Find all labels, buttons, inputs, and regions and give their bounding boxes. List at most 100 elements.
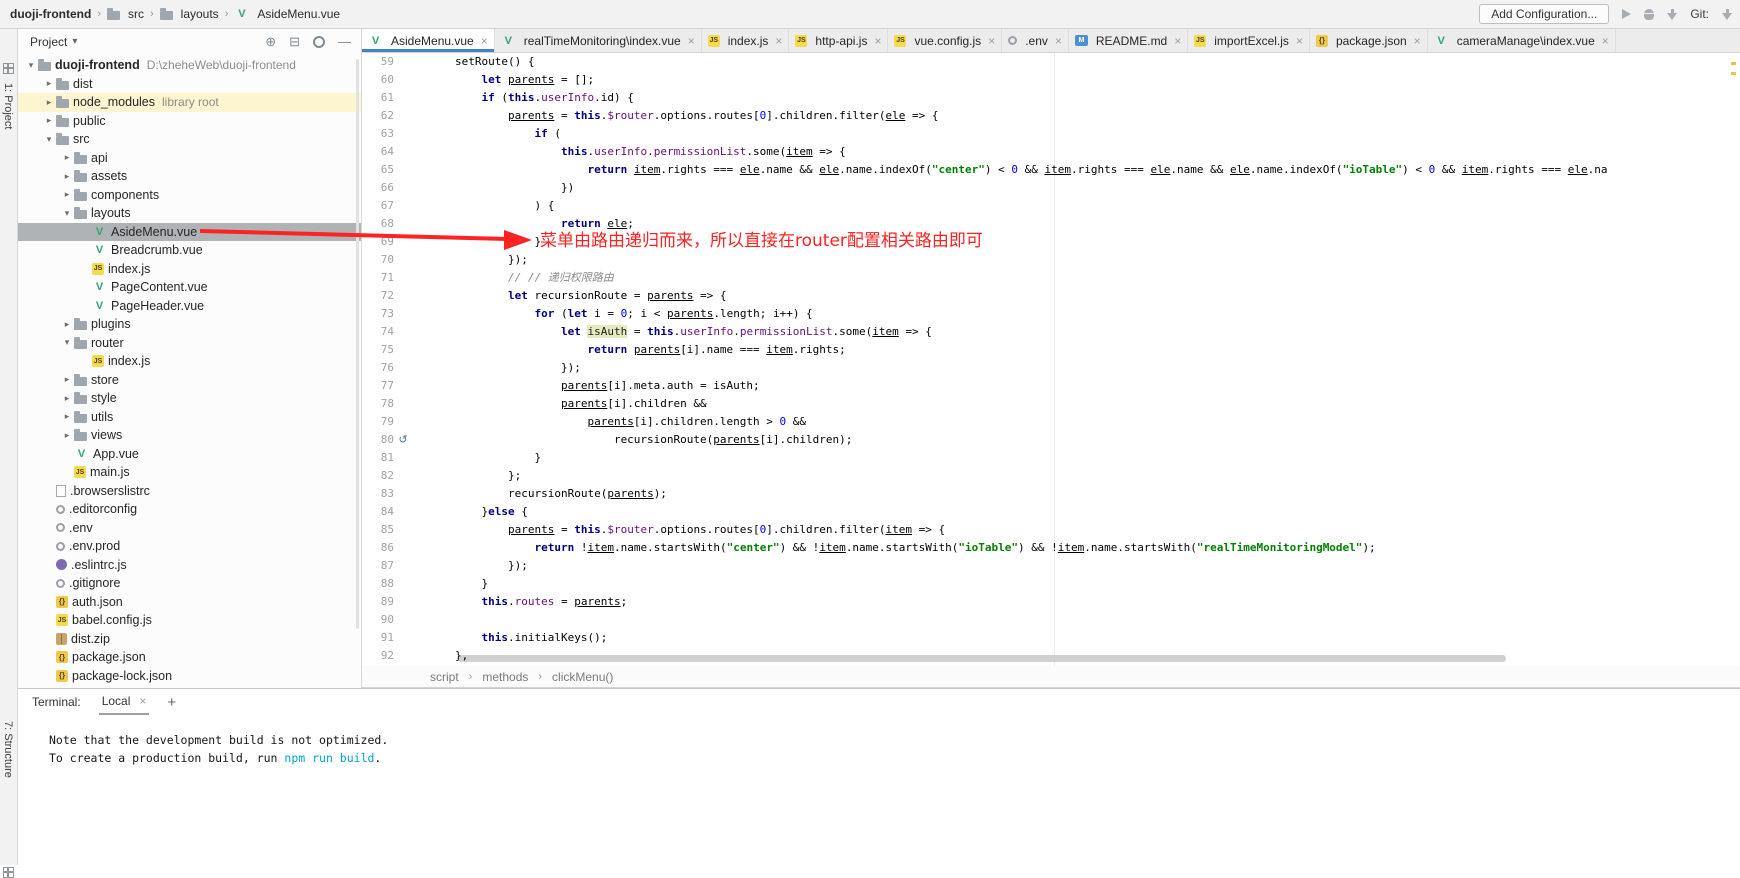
new-terminal-button[interactable]: + xyxy=(167,694,176,711)
editor-tab-importexcel-js[interactable]: JSimportExcel.js× xyxy=(1188,29,1310,52)
code-editor[interactable]: 59setRoute() {60 let parents = [];61 if … xyxy=(362,53,1740,666)
terminal-stripe-icon[interactable] xyxy=(3,867,14,878)
code-line[interactable]: 88 } xyxy=(362,575,1740,593)
code-line[interactable]: 83 recursionRoute(parents); xyxy=(362,485,1740,503)
breadcrumb-item-asidemenu-vue[interactable]: VAsideMenu.vue xyxy=(234,7,340,21)
code-line[interactable]: 76 }); xyxy=(362,359,1740,377)
chevron-right-icon[interactable]: ▸ xyxy=(60,374,74,385)
editor-tab-realtimemonitoring-index-vue[interactable]: VrealTimeMonitoring\index.vue× xyxy=(495,29,702,52)
code-line[interactable]: 80↺ recursionRoute(parents[i].children); xyxy=(362,431,1740,449)
code-line[interactable]: 84 }else { xyxy=(362,503,1740,521)
add-configuration-button[interactable]: Add Configuration... xyxy=(1479,4,1609,24)
tree-item-assets[interactable]: ▸assets xyxy=(18,167,361,186)
editor-tab-vue-config-js[interactable]: JSvue.config.js× xyxy=(888,29,1002,52)
tree-item-public[interactable]: ▸public xyxy=(18,112,361,131)
code-line[interactable]: 72 let recursionRoute = parents => { xyxy=(362,287,1740,305)
chevron-right-icon[interactable]: ▸ xyxy=(42,78,56,89)
tree-item-gitignore[interactable]: .gitignore xyxy=(18,574,361,593)
tree-item-editorconfig[interactable]: .editorconfig xyxy=(18,500,361,519)
breadcrumb-item-layouts[interactable]: layouts xyxy=(160,7,219,21)
chevron-down-icon[interactable]: ▾ xyxy=(72,36,77,47)
chevron-right-icon[interactable]: ▸ xyxy=(60,171,74,182)
tree-item-asidemenu-vue[interactable]: VAsideMenu.vue xyxy=(18,223,361,242)
chevron-right-icon[interactable]: ▸ xyxy=(60,430,74,441)
git-branch-label[interactable]: Git: xyxy=(1690,7,1709,21)
run-icon[interactable] xyxy=(1622,9,1631,19)
terminal-output[interactable]: Note that the development build is not o… xyxy=(18,715,1740,767)
code-line[interactable]: 81 } xyxy=(362,449,1740,467)
tree-item-duoji-frontend[interactable]: ▾duoji-frontendD:\zheheWeb\duoji-fronten… xyxy=(18,56,361,75)
code-line[interactable]: 74 let isAuth = this.userInfo.permission… xyxy=(362,323,1740,341)
editor-tab-readme-md[interactable]: MREADME.md× xyxy=(1069,29,1188,52)
editor-tab-asidemenu-vue[interactable]: VAsideMenu.vue× xyxy=(362,29,495,52)
locate-file-icon[interactable]: ⊕ xyxy=(265,34,276,50)
breadcrumb-item-src[interactable]: src xyxy=(107,7,144,21)
code-line[interactable]: 64 this.userInfo.permissionList.some(ite… xyxy=(362,143,1740,161)
chevron-right-icon[interactable]: ▸ xyxy=(60,319,74,330)
terminal-tab-local[interactable]: Local × xyxy=(99,689,150,715)
code-line[interactable]: 77 parents[i].meta.auth = isAuth; xyxy=(362,377,1740,395)
debug-icon[interactable] xyxy=(1644,9,1654,20)
tree-item-utils[interactable]: ▸utils xyxy=(18,408,361,427)
editor-tab-index-js[interactable]: JSindex.js× xyxy=(702,29,790,52)
gear-icon[interactable] xyxy=(313,36,325,48)
code-line[interactable]: 89 this.routes = parents; xyxy=(362,593,1740,611)
tree-item-dist-zip[interactable]: dist.zip xyxy=(18,630,361,649)
project-view-selector[interactable]: Project xyxy=(30,35,67,49)
stripe-project-button[interactable]: 1: Project xyxy=(2,83,14,129)
code-line[interactable]: 87 }); xyxy=(362,557,1740,575)
tree-item-eslintrc-js[interactable]: .eslintrc.js xyxy=(18,556,361,575)
tree-item-layouts[interactable]: ▾layouts xyxy=(18,204,361,223)
recursive-call-icon[interactable]: ↺ xyxy=(394,431,412,449)
code-line[interactable]: 86 return !item.name.startsWith("center"… xyxy=(362,539,1740,557)
project-scrollbar[interactable] xyxy=(356,59,359,629)
collapse-all-icon[interactable]: ⊟ xyxy=(289,34,300,50)
tree-item-node-modules[interactable]: ▸node_moduleslibrary root xyxy=(18,93,361,112)
chevron-down-icon[interactable]: ▾ xyxy=(42,134,56,145)
hide-panel-icon[interactable]: — xyxy=(338,34,351,49)
code-line[interactable]: 60 let parents = []; xyxy=(362,71,1740,89)
editor-tab-cameramanage-index-vue[interactable]: VcameraManage\index.vue× xyxy=(1428,29,1616,52)
update-project-icon[interactable] xyxy=(1667,13,1677,20)
code-line[interactable]: 90 xyxy=(362,611,1740,629)
tree-item-router[interactable]: ▾router xyxy=(18,334,361,353)
chevron-right-icon[interactable]: ▸ xyxy=(42,97,56,108)
code-line[interactable]: 62 parents = this.$router.options.routes… xyxy=(362,107,1740,125)
code-line[interactable]: 82 }; xyxy=(362,467,1740,485)
close-icon[interactable]: × xyxy=(139,694,146,708)
chevron-down-icon[interactable]: ▾ xyxy=(60,337,74,348)
code-line[interactable]: 85 parents = this.$router.options.routes… xyxy=(362,521,1740,539)
tree-item-index-js[interactable]: JSindex.js xyxy=(18,260,361,279)
tree-item-pagecontent-vue[interactable]: VPageContent.vue xyxy=(18,278,361,297)
tree-item-plugins[interactable]: ▸plugins xyxy=(18,315,361,334)
close-icon[interactable]: × xyxy=(775,34,782,48)
vcs-update-icon[interactable] xyxy=(1722,13,1732,20)
chevron-right-icon[interactable]: ▸ xyxy=(60,152,74,163)
code-line[interactable]: 75 return parents[i].name === item.right… xyxy=(362,341,1740,359)
code-line[interactable]: 92}, xyxy=(362,647,1740,665)
close-icon[interactable]: × xyxy=(481,34,488,48)
code-line[interactable]: 73 for (let i = 0; i < parents.length; i… xyxy=(362,305,1740,323)
tree-item-views[interactable]: ▸views xyxy=(18,426,361,445)
code-line[interactable]: 78 parents[i].children && xyxy=(362,395,1740,413)
code-line[interactable]: 70 }); xyxy=(362,251,1740,269)
tree-item-dist[interactable]: ▸dist xyxy=(18,75,361,94)
breadcrumb-item-duoji-frontend[interactable]: duoji-frontend xyxy=(10,7,91,21)
code-line[interactable]: 61 if (this.userInfo.id) { xyxy=(362,89,1740,107)
code-line[interactable]: 59setRoute() { xyxy=(362,53,1740,71)
code-line[interactable]: 67 ) { xyxy=(362,197,1740,215)
code-line[interactable]: 79 parents[i].children.length > 0 && xyxy=(362,413,1740,431)
tree-item-app-vue[interactable]: VApp.vue xyxy=(18,445,361,464)
tree-item-api[interactable]: ▸api xyxy=(18,149,361,168)
chevron-right-icon[interactable]: ▸ xyxy=(60,411,74,422)
editor-tab-http-api-js[interactable]: JShttp-api.js× xyxy=(789,29,888,52)
tree-item-store[interactable]: ▸store xyxy=(18,371,361,390)
tree-item-package-lock-json[interactable]: {}package-lock.json xyxy=(18,667,361,686)
tree-item-main-js[interactable]: JSmain.js xyxy=(18,463,361,482)
close-icon[interactable]: × xyxy=(1174,34,1181,48)
chevron-down-icon[interactable]: ▾ xyxy=(24,60,38,71)
project-stripe-icon[interactable] xyxy=(3,63,14,74)
close-icon[interactable]: × xyxy=(1602,34,1609,48)
tree-item-style[interactable]: ▸style xyxy=(18,389,361,408)
tree-item-components[interactable]: ▸components xyxy=(18,186,361,205)
